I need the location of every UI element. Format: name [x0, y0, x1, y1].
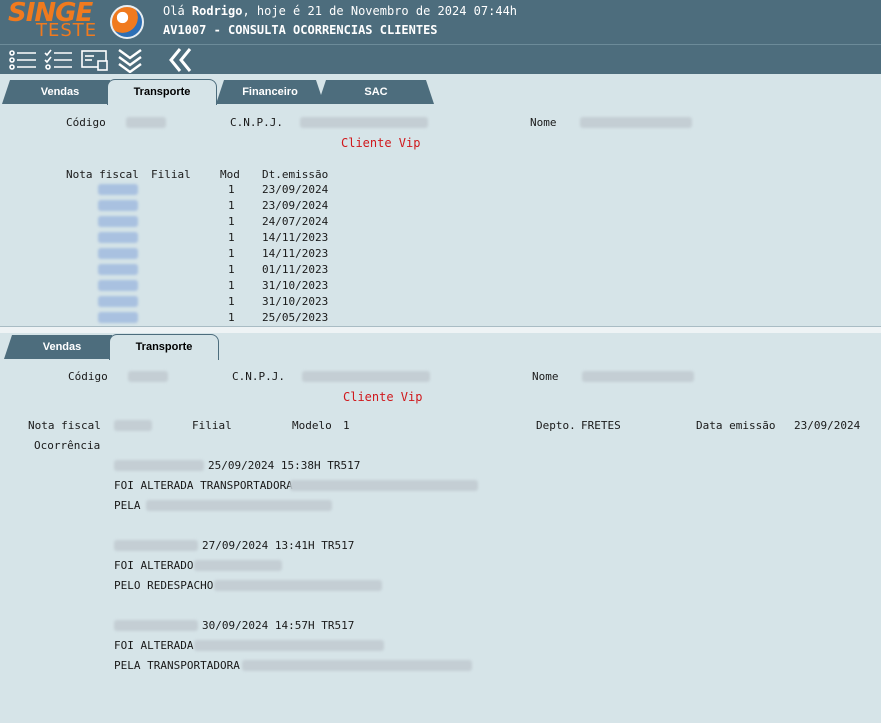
date-value: 01/11/2023 — [262, 263, 329, 276]
list-icon[interactable] — [8, 47, 38, 73]
codigo-value — [128, 371, 168, 382]
mod-value: 1 — [228, 311, 235, 324]
mod-value: 1 — [228, 215, 235, 228]
entry-line: FOI ALTERADA TRANSPORTADORA — [114, 479, 293, 492]
cnpj-label: C.N.P.J. — [232, 370, 285, 383]
nome-value — [582, 371, 694, 382]
company-logo-icon — [110, 5, 144, 39]
nf-value[interactable] — [98, 264, 138, 275]
data-emissao-label: Data emissão — [696, 419, 776, 432]
nf-value[interactable] — [98, 280, 138, 291]
nf-value[interactable] — [98, 248, 138, 259]
logo-teste: TESTE — [36, 20, 98, 41]
mod-value: 1 — [228, 279, 235, 292]
mod-value: 1 — [228, 183, 235, 196]
codigo-label: Código — [66, 116, 106, 129]
checklist-icon[interactable] — [44, 47, 74, 73]
modelo-label: Modelo — [292, 419, 332, 432]
depto-value: FRETES — [581, 419, 621, 432]
entry-redacted — [214, 580, 382, 591]
entry-line: FOI ALTERADA — [114, 639, 194, 652]
mod-value: 1 — [228, 263, 235, 276]
vip-badge: Cliente Vip — [343, 390, 423, 404]
date-value: 23/09/2024 — [262, 183, 329, 196]
ocorrencia-label: Ocorrência — [34, 439, 101, 452]
tab-vendas[interactable]: Vendas — [2, 80, 118, 104]
tab-sac[interactable]: SAC — [318, 80, 434, 104]
nf-value[interactable] — [98, 312, 138, 323]
entry-author — [114, 620, 198, 631]
col-mod: Mod — [220, 168, 240, 181]
nome-label: Nome — [532, 370, 559, 383]
entry-redacted — [290, 480, 478, 491]
nf-value[interactable] — [98, 200, 138, 211]
entry-line: FOI ALTERADO — [114, 559, 194, 572]
double-chevron-down-icon[interactable] — [116, 47, 146, 74]
entry-redacted — [146, 500, 332, 511]
entry-line: PELO REDESPACHO — [114, 579, 214, 592]
greeting: Olá Rodrigo, hoje é 21 de Novembro de 20… — [163, 4, 518, 18]
tab-vendas-detail[interactable]: Vendas — [4, 335, 120, 359]
double-chevron-left-icon[interactable] — [166, 47, 196, 73]
col-dt-emissao: Dt.emissão — [262, 168, 329, 181]
depto-label: Depto. — [536, 419, 576, 432]
col-filial: Filial — [151, 168, 191, 181]
date-value: 14/11/2023 — [262, 231, 329, 244]
nome-value — [580, 117, 692, 128]
top-panel: Código C.N.P.J. Nome Cliente Vip Nota fi… — [0, 105, 881, 327]
entry-line: PELA — [114, 499, 141, 512]
entry-redacted — [194, 560, 282, 571]
mod-value: 1 — [228, 231, 235, 244]
col-nota-fiscal: Nota fiscal — [66, 168, 139, 181]
bottom-tab-bar: Vendas Transporte — [0, 329, 881, 361]
mod-value: 1 — [228, 295, 235, 308]
nota-fiscal-value — [114, 420, 152, 431]
top-tab-bar: Vendas Transporte Financeiro SAC — [0, 74, 881, 106]
cnpj-value — [300, 117, 428, 128]
nf-value[interactable] — [98, 296, 138, 307]
entry-stamp: 30/09/2024 14:57H TR517 — [202, 619, 355, 632]
modelo-value: 1 — [343, 419, 350, 432]
nf-value[interactable] — [98, 232, 138, 243]
date-value: 14/11/2023 — [262, 247, 329, 260]
tab-transporte-detail[interactable]: Transporte — [109, 334, 219, 360]
nota-fiscal-label: Nota fiscal — [28, 419, 101, 432]
entry-stamp: 27/09/2024 13:41H TR517 — [202, 539, 355, 552]
screen-title: AV1007 - CONSULTA OCORRENCIAS CLIENTES — [163, 23, 438, 37]
date-value: 23/09/2024 — [262, 199, 329, 212]
entry-author — [114, 460, 204, 471]
codigo-label: Código — [68, 370, 108, 383]
date-value: 25/05/2023 — [262, 311, 329, 324]
vip-badge: Cliente Vip — [341, 136, 421, 150]
entry-line: PELA TRANSPORTADORA — [114, 659, 240, 672]
entry-stamp: 25/09/2024 15:38H TR517 — [208, 459, 361, 472]
date-value: 31/10/2023 — [262, 279, 329, 292]
app-header: SINGE TESTE Olá Rodrigo, hoje é 21 de No… — [0, 0, 881, 44]
nf-value[interactable] — [98, 184, 138, 195]
filial-label: Filial — [192, 419, 232, 432]
entry-redacted — [242, 660, 472, 671]
date-value: 24/07/2024 — [262, 215, 329, 228]
entry-redacted — [194, 640, 384, 651]
codigo-value — [126, 117, 166, 128]
mod-value: 1 — [228, 199, 235, 212]
date-value: 31/10/2023 — [262, 295, 329, 308]
cnpj-value — [302, 371, 430, 382]
tab-transporte[interactable]: Transporte — [107, 79, 217, 105]
card-icon[interactable] — [80, 47, 110, 73]
cnpj-label: C.N.P.J. — [230, 116, 283, 129]
mod-value: 1 — [228, 247, 235, 260]
toolbar — [0, 44, 881, 74]
tab-financeiro[interactable]: Financeiro — [216, 80, 324, 104]
bottom-panel: Código C.N.P.J. Nome Cliente Vip Nota fi… — [0, 360, 881, 723]
nome-label: Nome — [530, 116, 557, 129]
user-name: Rodrigo — [191, 4, 243, 18]
entry-author — [114, 540, 198, 551]
nf-value[interactable] — [98, 216, 138, 227]
data-emissao-value: 23/09/2024 — [794, 419, 861, 432]
